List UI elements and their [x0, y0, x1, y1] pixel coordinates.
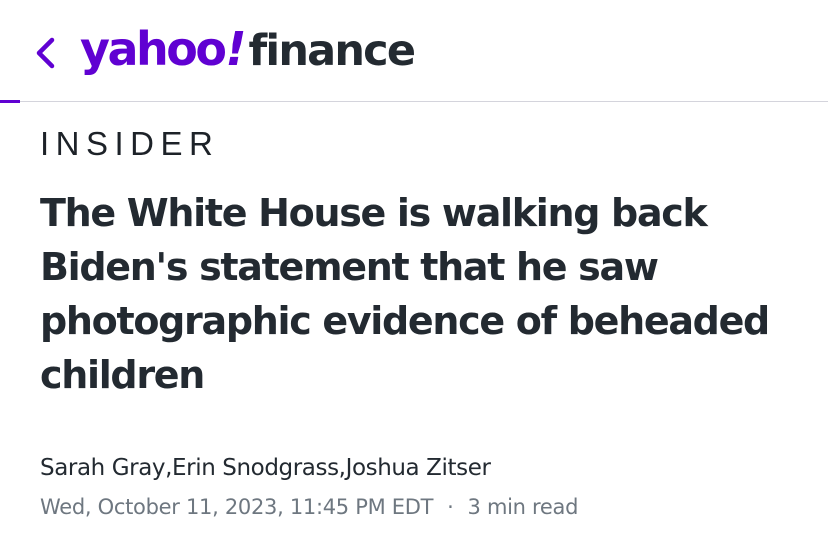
logo-exclamation: ! [225, 22, 247, 76]
logo-finance-text: finance [248, 26, 416, 76]
article-authors: Sarah Gray,Erin Snodgrass,Joshua Zitser [40, 455, 491, 481]
chevron-left-icon [36, 37, 55, 69]
header-divider-accent [0, 100, 20, 103]
publish-timestamp: Wed, October 11, 2023, 11:45 PM EDT [40, 495, 434, 519]
article-meta: Wed, October 11, 2023, 11:45 PM EDT · 3 … [40, 492, 578, 522]
logo-yahoo-text: yahoo [80, 22, 227, 76]
meta-separator: · [447, 495, 454, 519]
article-headline: The White House is walking back Biden's … [40, 191, 770, 397]
yahoo-finance-logo[interactable]: yahoo! finance [80, 22, 416, 82]
publisher-name[interactable]: INSIDER [40, 126, 219, 162]
header-divider [0, 101, 828, 102]
back-button[interactable] [28, 33, 62, 73]
read-time: 3 min read [467, 495, 579, 519]
app-header: yahoo! finance [0, 0, 828, 103]
